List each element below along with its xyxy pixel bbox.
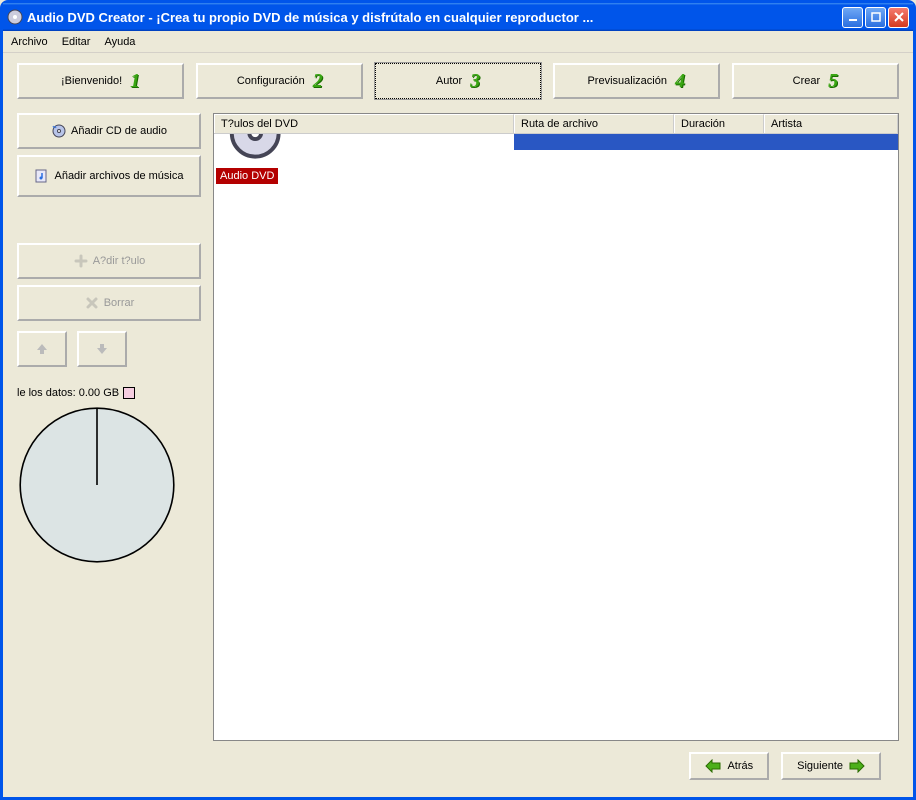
main-area: Añadir CD de audio Añadir archivos de mú… [17,113,899,741]
delete-button[interactable]: Borrar [17,285,201,321]
music-file-icon [34,168,50,184]
add-title-button[interactable]: A?dir t?ulo [17,243,201,279]
steps-row: ¡Bienvenido! 1 Configuración 2 Autor 3 P… [17,63,899,99]
step-label: Autor [436,75,462,87]
arrow-down-icon [94,341,110,357]
app-window: Audio DVD Creator - ¡Crea tu propio DVD … [0,0,916,800]
data-size-text: le los datos: 0.00 GB [17,387,119,399]
add-music-files-label: Añadir archivos de música [54,170,183,182]
dvd-titles-list: T?ulos del DVD Ruta de archivo Duración … [213,113,899,741]
menu-editar[interactable]: Editar [62,36,91,48]
close-button[interactable] [888,7,909,28]
step-autor[interactable]: Autor 3 [375,63,540,99]
sidebar: Añadir CD de audio Añadir archivos de mú… [17,113,201,741]
content-area: ¡Bienvenido! 1 Configuración 2 Autor 3 P… [3,53,913,797]
delete-icon [84,295,100,311]
minimize-button[interactable] [842,7,863,28]
next-button[interactable]: Siguiente [781,752,881,780]
step-number-icon: 1 [130,70,140,93]
step-label: Configuración [237,75,305,87]
add-audio-cd-button[interactable]: Añadir CD de audio [17,113,201,149]
list-body[interactable]: Audio DVD [214,134,898,740]
add-music-files-button[interactable]: Añadir archivos de música [17,155,201,197]
add-audio-cd-label: Añadir CD de audio [71,125,167,137]
step-number-icon: 5 [828,70,838,93]
window-controls [842,7,909,28]
next-label: Siguiente [797,760,843,772]
step-number-icon: 3 [470,70,480,93]
back-label: Atrás [727,760,753,772]
delete-label: Borrar [104,297,135,309]
move-down-button[interactable] [77,331,127,367]
step-label: Crear [793,75,821,87]
column-title[interactable]: T?ulos del DVD [214,114,514,133]
step-configuracion[interactable]: Configuración 2 [196,63,363,99]
step-previsualizacion[interactable]: Previsualización 4 [553,63,720,99]
window-title: Audio DVD Creator - ¡Crea tu propio DVD … [27,10,842,25]
app-icon [7,9,23,25]
cd-icon [51,123,67,139]
step-label: Previsualización [587,75,666,87]
data-size-label: le los datos: 0.00 GB [17,387,201,399]
row-artist [764,134,898,150]
close-icon [894,12,904,22]
plus-icon [73,253,89,269]
arrow-row [17,331,201,367]
arrow-right-icon [849,759,865,773]
step-crear[interactable]: Crear 5 [732,63,899,99]
back-button[interactable]: Atrás [689,752,769,780]
column-artist[interactable]: Artista [764,114,898,133]
step-bienvenido[interactable]: ¡Bienvenido! 1 [17,63,184,99]
spacer [17,203,201,243]
footer: Atrás Siguiente [17,741,899,787]
maximize-icon [871,12,881,22]
arrow-left-icon [705,759,721,773]
disk-usage-pie [17,405,177,565]
data-swatch-icon [123,387,135,399]
step-number-icon: 4 [675,70,685,93]
step-label: ¡Bienvenido! [61,75,122,87]
dvd-icon [224,156,286,168]
maximize-button[interactable] [865,7,886,28]
arrow-up-icon [34,341,50,357]
column-path[interactable]: Ruta de archivo [514,114,674,133]
add-title-label: A?dir t?ulo [93,255,146,267]
row-path [514,134,674,150]
list-header: T?ulos del DVD Ruta de archivo Duración … [214,114,898,134]
step-number-icon: 2 [313,70,323,93]
menubar: Archivo Editar Ayuda [3,31,913,53]
titlebar: Audio DVD Creator - ¡Crea tu propio DVD … [3,3,913,31]
row-duration [674,134,764,150]
move-up-button[interactable] [17,331,67,367]
column-duration[interactable]: Duración [674,114,764,133]
minimize-icon [848,12,858,22]
row-title: Audio DVD [216,168,278,184]
list-row[interactable]: Audio DVD [214,134,898,152]
menu-ayuda[interactable]: Ayuda [104,36,135,48]
menu-archivo[interactable]: Archivo [11,36,48,48]
